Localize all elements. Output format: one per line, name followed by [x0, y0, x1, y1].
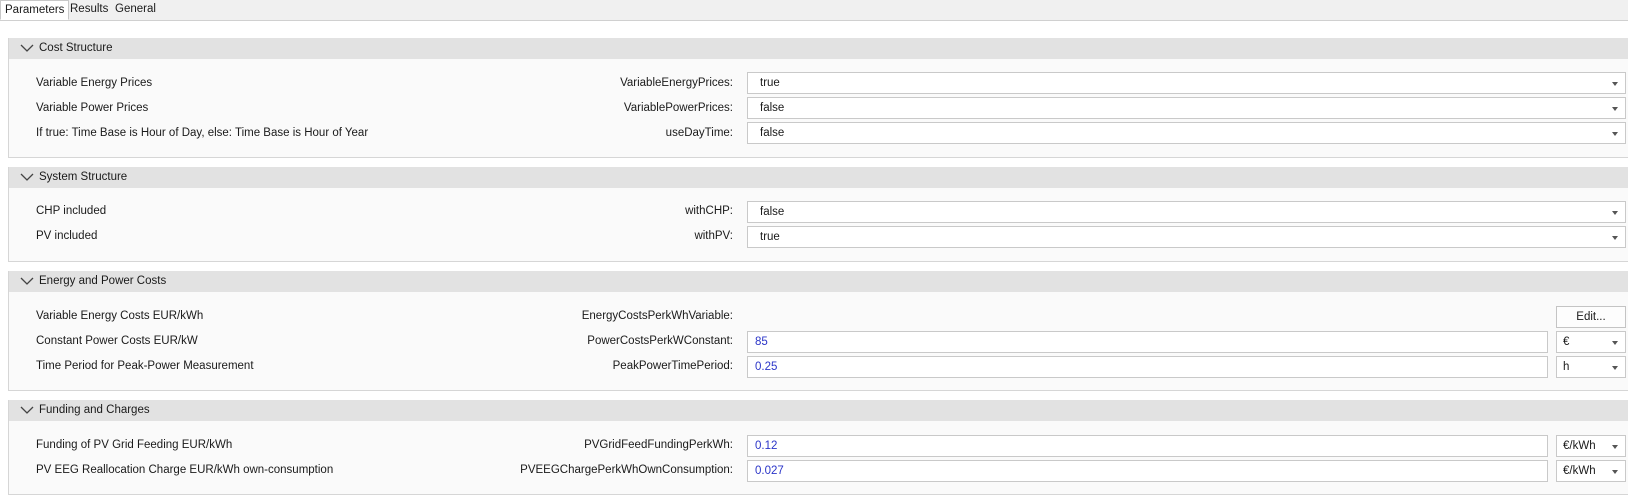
select-value: false: [760, 102, 785, 114]
input-value: 0.027: [755, 465, 784, 477]
group-header-funding-charges[interactable]: Funding and Charges: [9, 400, 1628, 421]
edit-energy-costs-button[interactable]: Edit...: [1556, 306, 1626, 328]
chevron-down-icon[interactable]: [19, 276, 35, 286]
param-name: PVEEGChargePerkWhOwnConsumption:: [520, 464, 733, 476]
param-label: Constant Power Costs EUR/kW: [36, 335, 198, 347]
input-value: 85: [755, 336, 768, 348]
group-energy-and-power-costs: Energy and Power Costs Variable Energy C…: [8, 271, 1628, 391]
param-name: PVGridFeedFundingPerkWh:: [584, 439, 733, 451]
pv-eeg-charge-input[interactable]: 0.027: [747, 460, 1548, 482]
input-value: 0.25: [755, 361, 778, 373]
select-value: true: [760, 77, 780, 89]
tab-parameters[interactable]: Parameters: [0, 0, 70, 20]
chevron-down-icon[interactable]: [19, 405, 35, 415]
param-label: If true: Time Base is Hour of Day, else:…: [36, 127, 369, 139]
group-title: System Structure: [39, 171, 128, 183]
unit-value: h: [1563, 361, 1570, 373]
chevron-down-icon[interactable]: [19, 172, 35, 182]
dropdown-arrow-icon: [1612, 445, 1618, 449]
variable-energy-prices-select[interactable]: true: [747, 72, 1626, 94]
group-header-energy-power-costs[interactable]: Energy and Power Costs: [9, 271, 1628, 292]
param-name: PowerCostsPerkWConstant:: [587, 335, 733, 347]
group-header-cost-structure[interactable]: Cost Structure: [9, 38, 1628, 59]
group-cost-structure: Cost Structure Variable Energy Prices Va…: [8, 38, 1628, 158]
group-header-system-structure[interactable]: System Structure: [9, 167, 1628, 188]
unit-value: €/kWh: [1563, 440, 1596, 452]
dropdown-arrow-icon: [1612, 107, 1618, 111]
group-title: Cost Structure: [39, 42, 113, 54]
param-name: VariableEnergyPrices:: [620, 77, 733, 89]
tab-results[interactable]: Results: [70, 0, 108, 20]
power-costs-unit-select[interactable]: €: [1556, 331, 1626, 353]
dropdown-arrow-icon: [1612, 366, 1618, 370]
dropdown-arrow-icon: [1612, 236, 1618, 240]
pv-grid-feed-unit-select[interactable]: €/kWh: [1556, 435, 1626, 457]
with-chp-select[interactable]: false: [747, 201, 1626, 223]
dropdown-arrow-icon: [1612, 132, 1618, 136]
param-label: CHP included: [36, 205, 107, 217]
tab-bar: Parameters Results General: [0, 0, 1628, 21]
with-pv-select[interactable]: true: [747, 226, 1626, 248]
param-label: Variable Energy Prices: [36, 77, 153, 89]
group-system-structure: System Structure CHP included withCHP: f…: [8, 167, 1628, 262]
peak-power-period-input[interactable]: 0.25: [747, 356, 1548, 378]
param-name: VariablePowerPrices:: [623, 102, 733, 114]
group-title: Energy and Power Costs: [39, 275, 167, 287]
unit-value: €/kWh: [1563, 465, 1596, 477]
peak-power-unit-select[interactable]: h: [1556, 356, 1626, 378]
param-name: EnergyCostsPerkWhVariable:: [581, 310, 733, 322]
pv-eeg-charge-unit-select[interactable]: €/kWh: [1556, 460, 1626, 482]
param-name: PeakPowerTimePeriod:: [612, 360, 733, 372]
dropdown-arrow-icon: [1612, 82, 1618, 86]
select-value: true: [760, 231, 780, 243]
power-costs-input[interactable]: 85: [747, 331, 1548, 353]
param-name: useDayTime:: [665, 127, 733, 139]
dropdown-arrow-icon: [1612, 470, 1618, 474]
chevron-down-icon[interactable]: [19, 43, 35, 53]
param-label: PV EEG Reallocation Charge EUR/kWh own-c…: [36, 464, 334, 476]
param-name: withPV:: [694, 230, 733, 242]
dropdown-arrow-icon: [1612, 341, 1618, 345]
param-label: PV included: [36, 230, 98, 242]
param-name: withCHP:: [685, 205, 733, 217]
variable-power-prices-select[interactable]: false: [747, 97, 1626, 119]
param-label: Funding of PV Grid Feeding EUR/kWh: [36, 439, 233, 451]
pv-grid-feed-funding-input[interactable]: 0.12: [747, 435, 1548, 457]
group-title: Funding and Charges: [39, 404, 150, 416]
input-value: 0.12: [755, 440, 778, 452]
unit-value: €: [1563, 336, 1570, 348]
use-day-time-select[interactable]: false: [747, 122, 1626, 144]
tab-general[interactable]: General: [115, 0, 156, 20]
param-label: Variable Energy Costs EUR/kWh: [36, 310, 204, 322]
param-label: Time Period for Peak-Power Measurement: [36, 360, 254, 372]
dropdown-arrow-icon: [1612, 211, 1618, 215]
param-label: Variable Power Prices: [36, 102, 149, 114]
select-value: false: [760, 206, 785, 218]
group-funding-and-charges: Funding and Charges Funding of PV Grid F…: [8, 400, 1628, 495]
select-value: false: [760, 127, 785, 139]
